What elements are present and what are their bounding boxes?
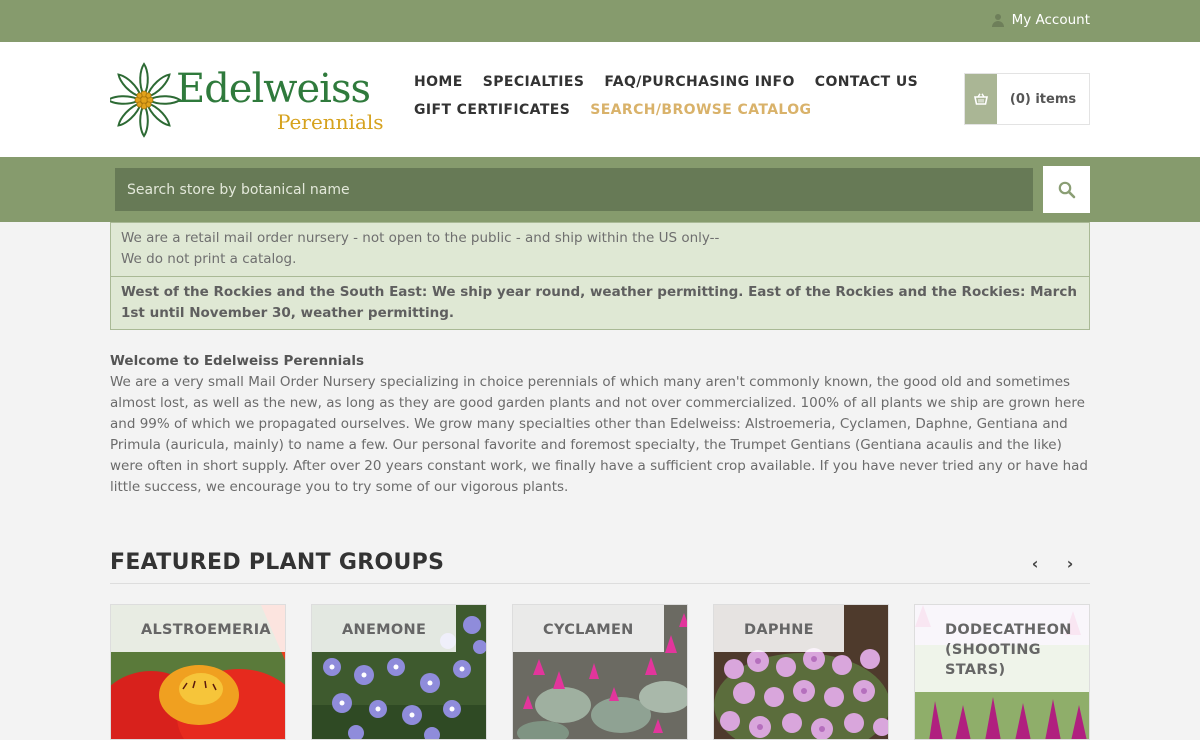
my-account-link[interactable]: My Account [991, 12, 1090, 28]
brand-name: Edelweiss [176, 66, 371, 112]
nav-gift-certificates[interactable]: GIFT CERTIFICATES [414, 102, 570, 118]
site-header: Edelweiss Perennials HOME SPECIALTIES FA… [0, 42, 1200, 157]
carousel-next-button[interactable]: › [1062, 555, 1078, 573]
edelweiss-flower-icon [110, 62, 182, 138]
nav-contact-us[interactable]: CONTACT US [815, 74, 918, 90]
main-nav: HOME SPECIALTIES FAQ/PURCHASING INFO CON… [414, 74, 918, 130]
plant-group-card-alstroemeria[interactable]: ALSTROEMERIA [110, 604, 286, 740]
welcome-section: Welcome to Edelweiss Perennials We are a… [110, 351, 1090, 498]
chevron-right-icon: › [1066, 554, 1074, 573]
welcome-heading: Welcome to Edelweiss Perennials [110, 353, 365, 369]
plant-group-label: DAPHNE [714, 605, 844, 652]
search-button[interactable] [1043, 166, 1090, 213]
nav-home[interactable]: HOME [414, 74, 463, 90]
top-bar: My Account [0, 0, 1200, 42]
nav-row-1: HOME SPECIALTIES FAQ/PURCHASING INFO CON… [414, 74, 918, 90]
shipping-notice: West of the Rockies and the South East: … [110, 276, 1090, 330]
brand-subname: Perennials [277, 110, 384, 134]
user-icon [991, 13, 1004, 27]
site-logo[interactable]: Edelweiss Perennials [110, 62, 384, 140]
nav-faq-purchasing-info[interactable]: FAQ/PURCHASING INFO [604, 74, 794, 90]
retail-notice-line-2: We do not print a catalog. [121, 251, 297, 267]
nav-row-2: GIFT CERTIFICATES SEARCH/BROWSE CATALOG [414, 102, 884, 118]
featured-divider [110, 583, 1090, 584]
nav-specialties[interactable]: SPECIALTIES [483, 74, 585, 90]
plant-group-card-daphne[interactable]: DAPHNE [713, 604, 889, 740]
search-bar [0, 157, 1200, 222]
search-icon [1058, 181, 1075, 198]
plant-group-label: CYCLAMEN [513, 605, 664, 652]
nav-search-browse-catalog[interactable]: SEARCH/BROWSE CATALOG [590, 102, 811, 118]
retail-notice: We are a retail mail order nursery - not… [110, 222, 1090, 277]
plant-group-card-anemone[interactable]: ANEMONE [311, 604, 487, 740]
my-account-label: My Account [1011, 12, 1090, 28]
shipping-notice-text: West of the Rockies and the South East: … [121, 284, 1077, 321]
welcome-body: We are a very small Mail Order Nursery s… [110, 374, 1088, 495]
plant-group-card-dodecatheon[interactable]: DODECATHEON (SHOOTING STARS) [914, 604, 1090, 740]
carousel-prev-button[interactable]: ‹ [1027, 555, 1043, 573]
plant-group-label: ALSTROEMERIA [111, 605, 285, 652]
featured-title: FEATURED PLANT GROUPS [110, 550, 445, 575]
retail-notice-line-1: We are a retail mail order nursery - not… [121, 230, 720, 246]
plant-group-label: ANEMONE [312, 605, 457, 652]
chevron-left-icon: ‹ [1031, 554, 1039, 573]
plant-group-card-cyclamen[interactable]: CYCLAMEN [512, 604, 688, 740]
plant-group-label: DODECATHEON (SHOOTING STARS) [915, 605, 1089, 692]
cart-count: (0) items [1009, 91, 1077, 107]
basket-icon [965, 74, 997, 124]
cart-button[interactable]: (0) items [964, 73, 1090, 125]
search-input[interactable] [115, 168, 1033, 211]
